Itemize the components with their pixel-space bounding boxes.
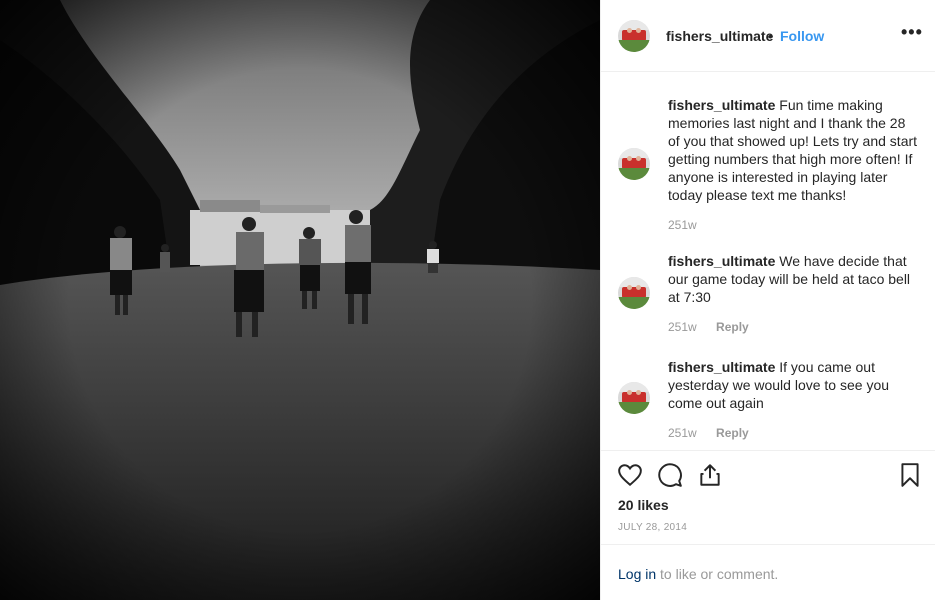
comment-username[interactable]: fishers_ultimate xyxy=(668,359,775,375)
header-separator-dot: • xyxy=(768,28,773,44)
reply-button[interactable]: Reply xyxy=(716,426,749,440)
avatar[interactable] xyxy=(618,382,650,414)
reply-button[interactable]: Reply xyxy=(716,320,749,334)
avatar[interactable] xyxy=(618,148,650,180)
avatar[interactable] xyxy=(618,20,650,52)
comment-username[interactable]: fishers_ultimate xyxy=(668,253,775,269)
comment-text: fishers_ultimate Fun time making memorie… xyxy=(668,96,918,204)
comment-age[interactable]: 251w xyxy=(668,426,697,440)
comment-age[interactable]: 251w xyxy=(668,320,697,334)
post-actions xyxy=(601,450,935,451)
login-prompt-rest: to like or comment. xyxy=(656,566,779,582)
likes-count[interactable]: 20 likes xyxy=(618,497,669,513)
more-options-icon[interactable]: ••• xyxy=(901,22,923,43)
comment-meta: 251w xyxy=(668,218,697,232)
comment-age[interactable]: 251w xyxy=(668,218,697,232)
comment-text: fishers_ultimate If you came out yesterd… xyxy=(668,358,918,412)
comment-meta: 251w Reply xyxy=(668,320,749,334)
login-link[interactable]: Log in xyxy=(618,566,656,582)
photo-scene xyxy=(0,0,600,600)
follow-button[interactable]: Follow xyxy=(780,28,824,44)
avatar[interactable] xyxy=(618,277,650,309)
comment-icon[interactable] xyxy=(657,462,683,493)
post-header: fishers_ultimate • Follow ••• xyxy=(601,0,935,72)
bookmark-icon[interactable] xyxy=(897,462,923,493)
comment-text: fishers_ultimate We have decide that our… xyxy=(668,252,918,306)
login-prompt: Log in to like or comment. xyxy=(618,566,778,582)
comment-meta: 251w Reply xyxy=(668,426,749,440)
post-side-panel: fishers_ultimate • Follow ••• fishers_ul… xyxy=(600,0,935,600)
share-icon[interactable] xyxy=(697,462,723,493)
heart-icon[interactable] xyxy=(617,462,643,493)
login-bar: Log in to like or comment. xyxy=(601,544,935,600)
post-photo xyxy=(0,0,600,600)
comment-username[interactable]: fishers_ultimate xyxy=(668,97,775,113)
post-date[interactable]: JULY 28, 2014 xyxy=(618,522,687,533)
header-username[interactable]: fishers_ultimate xyxy=(666,28,773,44)
